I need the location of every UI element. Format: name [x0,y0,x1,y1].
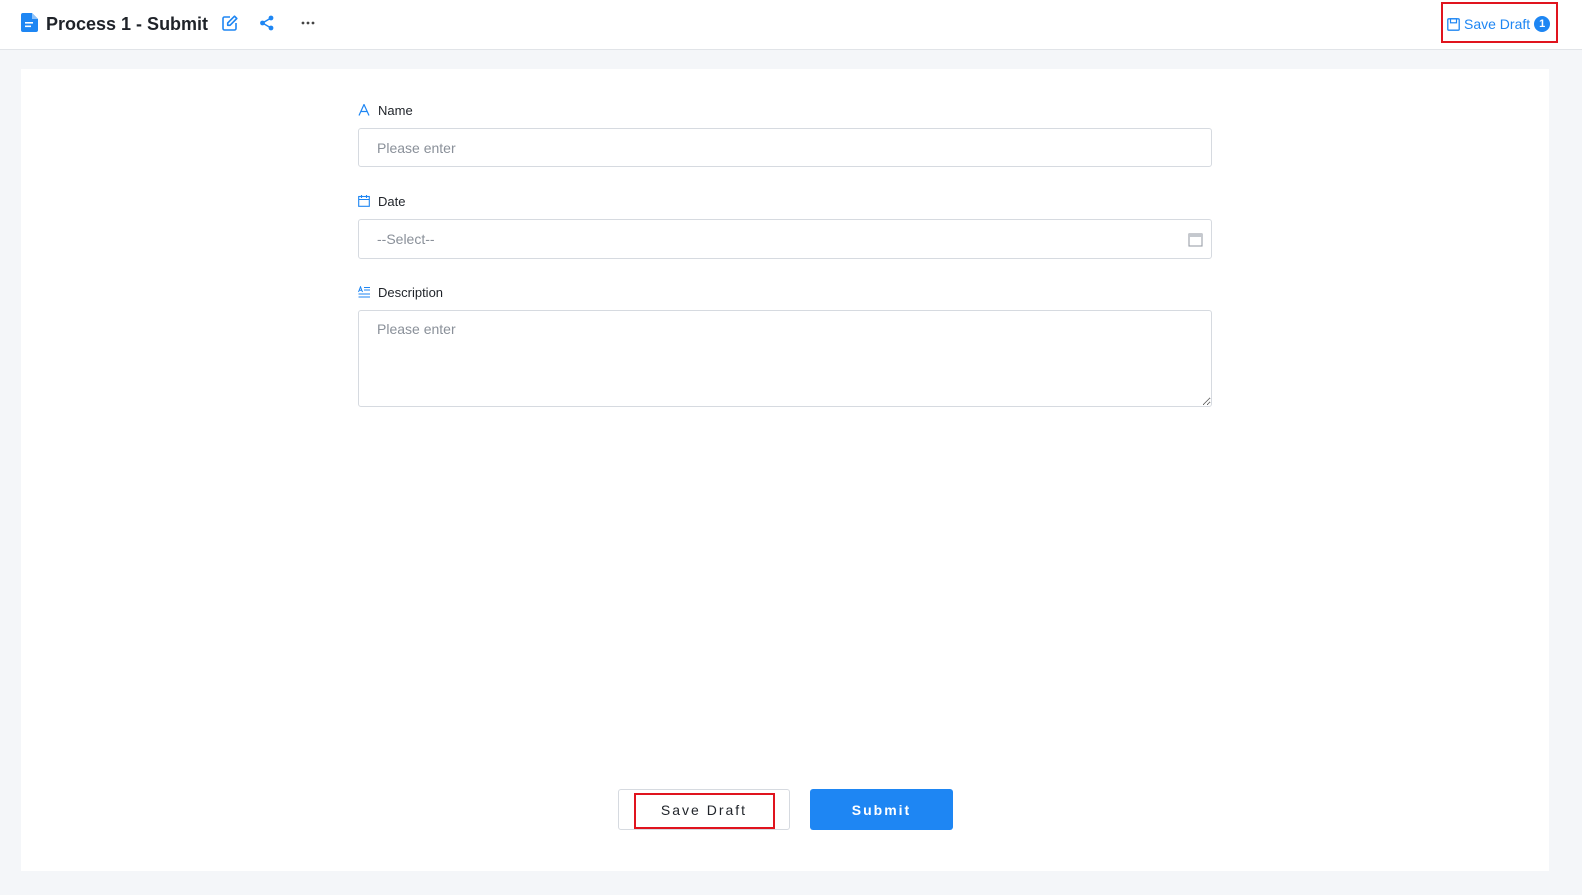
date-picker[interactable]: --Select-- [358,219,1212,259]
form-card [21,69,1549,871]
calendar-icon [358,195,370,207]
text-icon [358,104,370,116]
name-label: Name [358,101,413,119]
edit-icon[interactable] [221,14,239,32]
description-textarea[interactable] [358,310,1212,407]
calendar-picker-icon[interactable] [1188,232,1203,247]
save-icon [1447,17,1460,31]
submit-button[interactable]: Submit [810,789,953,830]
date-label-text: Date [378,193,406,209]
draft-count-badge: 1 [1534,16,1551,32]
top-bar: Process 1 - Submit Save Draft 1 [0,0,1582,50]
date-value: --Select-- [377,231,435,247]
more-icon[interactable] [299,14,317,32]
paragraph-icon [358,286,370,298]
share-icon[interactable] [258,14,276,32]
header-save-draft-label: Save Draft [1464,16,1531,32]
name-input[interactable] [358,128,1212,167]
description-label-text: Description [378,284,444,300]
date-label: Date [358,192,405,210]
document-icon [21,13,38,32]
description-label: Description [358,283,443,301]
header-save-draft-button[interactable]: Save Draft 1 [1447,14,1551,34]
name-label-text: Name [378,102,413,118]
page-title: Process 1 - Submit [46,14,209,34]
save-draft-button[interactable]: Save Draft [618,789,790,830]
